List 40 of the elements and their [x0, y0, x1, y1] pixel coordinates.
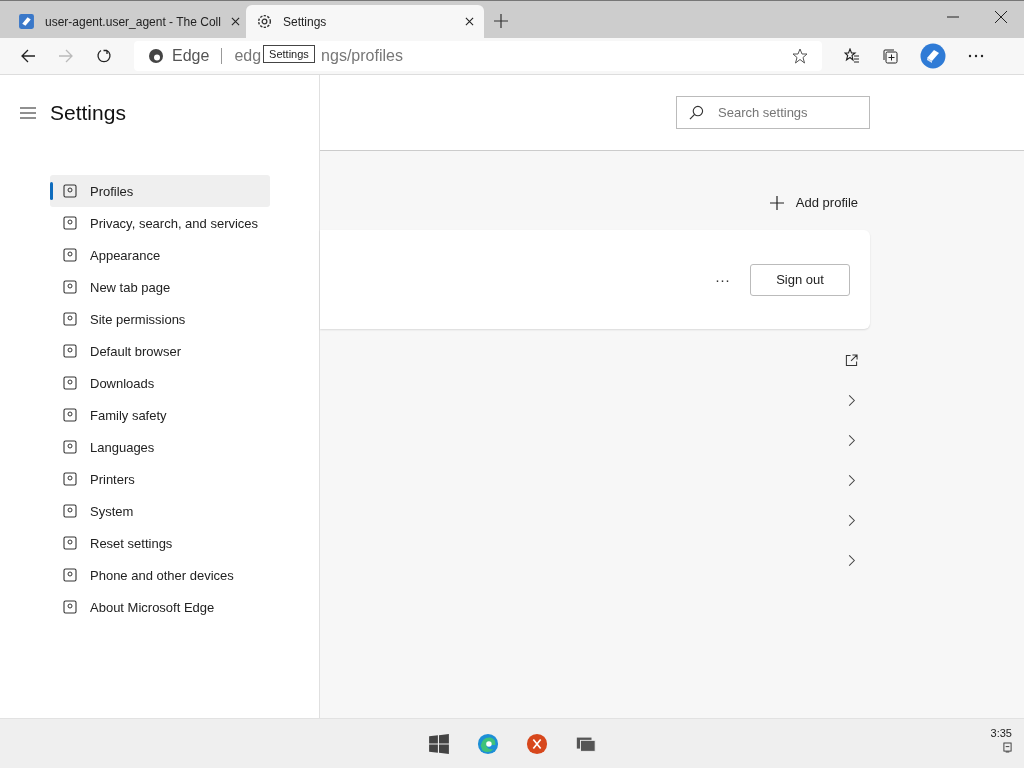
settings-icon — [256, 13, 273, 30]
sign-out-button[interactable]: Sign out — [750, 263, 850, 296]
settings-title: Settings — [50, 100, 126, 125]
refresh-icon[interactable] — [96, 48, 112, 64]
sidebar-item[interactable]: About Microsoft Edge — [50, 591, 270, 623]
sidebar-item[interactable]: Profiles — [50, 175, 270, 207]
sidebar-item[interactable]: Family safety — [50, 399, 270, 431]
sidebar-item[interactable]: Privacy, search, and services — [50, 207, 270, 239]
close-icon[interactable] — [230, 17, 240, 26]
windows-logo-icon[interactable] — [428, 732, 450, 755]
sidebar-item[interactable]: Languages — [50, 431, 270, 463]
sidebar-item[interactable]: System — [50, 495, 270, 527]
browser-tab[interactable]: user-agent.user_agent - The Coll — [8, 5, 246, 38]
sidebar-item[interactable]: Phone and other devices — [50, 559, 270, 591]
external-link-icon[interactable] — [845, 353, 858, 367]
collections-icon[interactable] — [882, 48, 898, 64]
sidebar-item[interactable]: Site permissions — [50, 303, 270, 335]
add-favorite-icon[interactable] — [792, 48, 808, 64]
sidebar-item[interactable]: Printers — [50, 463, 270, 495]
sidebar-item[interactable]: Downloads — [50, 367, 270, 399]
address-bar[interactable]: Edge edg Settings ngs/profiles — [134, 41, 822, 71]
notification-icon[interactable] — [1003, 742, 1012, 753]
close-icon[interactable] — [465, 17, 474, 26]
sidebar-item[interactable]: Appearance — [50, 239, 270, 271]
tooltip: Settings — [263, 45, 315, 63]
sidebar-item[interactable]: New tab page — [50, 271, 270, 303]
search-field[interactable]: Search settings — [676, 96, 870, 129]
new-tab-icon[interactable] — [494, 14, 508, 28]
plus-icon — [769, 195, 784, 210]
menu-icon[interactable] — [20, 106, 36, 119]
browser-tab[interactable]: Settings — [246, 5, 484, 38]
close-icon[interactable] — [995, 11, 1007, 23]
back-icon[interactable] — [20, 48, 36, 64]
sidebar-item[interactable]: Default browser — [50, 335, 270, 367]
favorites-icon[interactable] — [844, 48, 860, 64]
sidebar-item[interactable]: Reset settings — [50, 527, 270, 559]
search-icon — [689, 105, 704, 120]
clock: 3:35 — [990, 727, 1012, 739]
more-button[interactable]: ··· — [711, 267, 734, 292]
add-profile-button[interactable]: Add profile — [769, 191, 858, 214]
